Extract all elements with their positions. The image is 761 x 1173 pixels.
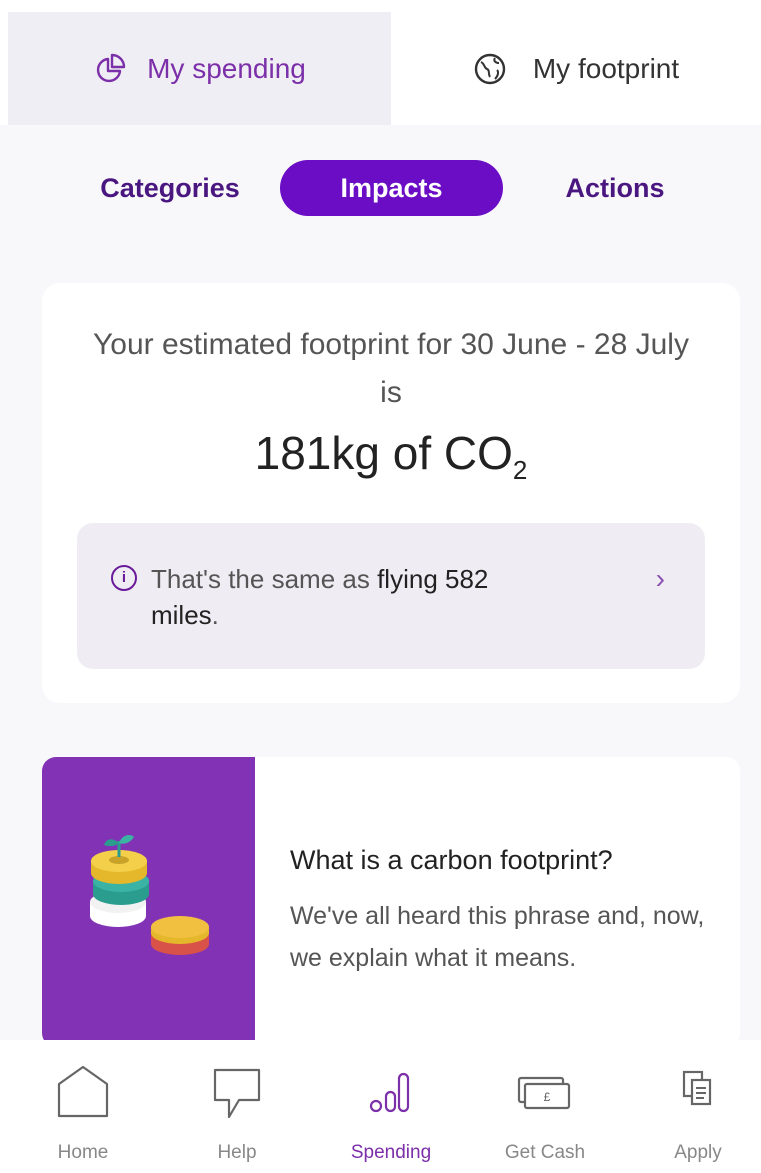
- carbon-footprint-article-card[interactable]: What is a carbon footprint? We've all he…: [42, 757, 740, 1047]
- co2-amount: 181kg of CO2: [42, 426, 740, 486]
- flying-equivalent-text: That's the same as flying 582 miles.: [151, 561, 571, 633]
- coins-plant-illustration: [42, 757, 255, 1047]
- segment-categories[interactable]: Categories: [80, 160, 260, 216]
- apply-documents-icon: [682, 1070, 712, 1106]
- tab-my-spending-label: My spending: [147, 52, 306, 84]
- nav-help-label: Help: [217, 1142, 257, 1163]
- flying-equivalent-banner[interactable]: i That's the same as flying 582 miles. ›: [77, 523, 705, 669]
- cash-note-icon: £: [517, 1076, 571, 1110]
- pie-chart-icon: [96, 53, 126, 82]
- spending-bars-icon: [369, 1072, 410, 1113]
- info-icon: i: [111, 565, 137, 591]
- segment-impacts[interactable]: Impacts: [280, 160, 503, 216]
- home-icon: [57, 1065, 109, 1118]
- co2-subscript: 2: [512, 455, 528, 485]
- info-bold: flying 582: [377, 564, 489, 594]
- info-period: .: [211, 600, 219, 630]
- chat-bubble-icon: [213, 1068, 261, 1119]
- nav-get-cash[interactable]: £ Get Cash: [469, 1040, 621, 1173]
- segment-actions[interactable]: Actions: [525, 160, 705, 216]
- bottom-navigation: Home Help Spending £ Get Cash Apply: [0, 1040, 761, 1173]
- article-subtitle: We've all heard this phrase and, now, we…: [290, 902, 705, 972]
- nav-spending[interactable]: Spending: [315, 1040, 467, 1173]
- footprint-card: Your estimated footprint for 30 June - 2…: [42, 283, 740, 703]
- globe-icon: [474, 53, 506, 84]
- info-prefix: That's the same as: [151, 564, 378, 594]
- svg-text:£: £: [544, 1090, 551, 1104]
- nav-apply-label: Apply: [674, 1142, 722, 1163]
- nav-apply[interactable]: Apply: [622, 1040, 761, 1173]
- nav-get-cash-label: Get Cash: [504, 1142, 586, 1163]
- nav-spending-label: Spending: [350, 1142, 432, 1163]
- nav-home-label: Home: [57, 1142, 109, 1163]
- nav-home[interactable]: Home: [7, 1040, 159, 1173]
- tab-my-footprint-label: My footprint: [532, 52, 680, 84]
- footprint-estimate-text: Your estimated footprint for 30 June - 2…: [93, 328, 689, 409]
- tab-my-footprint[interactable]: My footprint: [391, 12, 761, 125]
- chevron-right-icon: ›: [655, 563, 665, 594]
- info-suffix: miles: [151, 600, 212, 630]
- co2-amount-text: 181kg of CO: [254, 427, 513, 479]
- tab-my-spending[interactable]: My spending: [8, 12, 391, 125]
- nav-help[interactable]: Help: [161, 1040, 313, 1173]
- top-tab-bar: My spending My footprint: [0, 0, 761, 125]
- article-title: What is a carbon footprint?: [290, 845, 613, 875]
